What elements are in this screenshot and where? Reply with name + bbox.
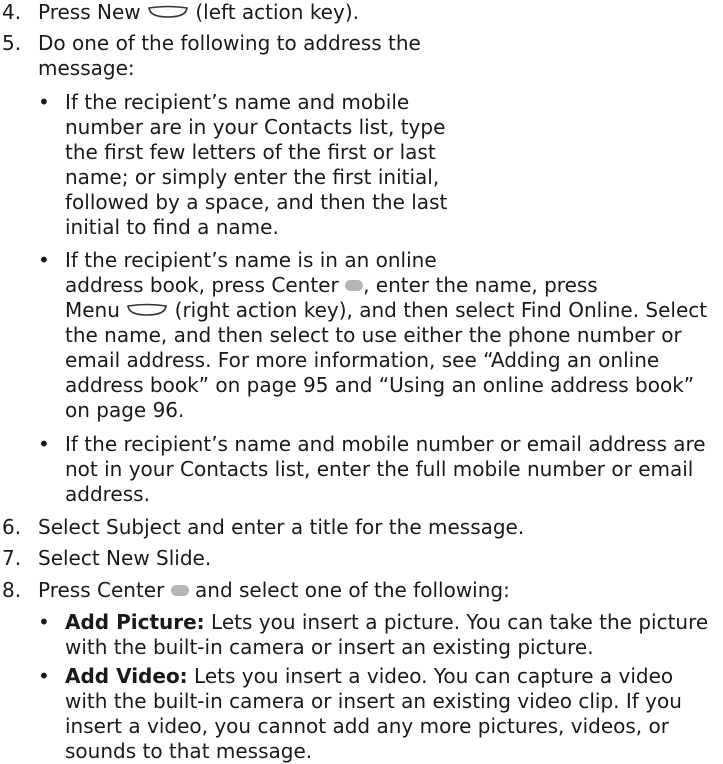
step-text: Select New Slide. bbox=[38, 546, 212, 570]
center-key-icon bbox=[345, 280, 364, 291]
step-number: 7. bbox=[2, 546, 22, 570]
center-key-icon bbox=[170, 585, 189, 596]
step-text: Press New (left action key). bbox=[38, 0, 359, 24]
step-4: 4. Press New (left action key). bbox=[0, 0, 723, 25]
step-text: Do one of the following to address the m… bbox=[38, 31, 421, 80]
step-number: 4. bbox=[2, 0, 22, 24]
bullet-icon: • bbox=[38, 90, 50, 114]
bullet-icon: • bbox=[38, 610, 50, 634]
manual-page: 4. Press New (left action key). 5. Do on… bbox=[0, 0, 723, 763]
option-term: Add Video: bbox=[65, 664, 188, 688]
step-6: 6. Select Subject and enter a title for … bbox=[0, 515, 723, 540]
step-7: 7. Select New Slide. bbox=[0, 546, 723, 571]
option-term: Add Picture: bbox=[65, 610, 205, 634]
bullet-icon: • bbox=[38, 432, 50, 456]
bullet-icon: • bbox=[38, 664, 50, 688]
left-action-key-icon bbox=[147, 5, 189, 19]
right-action-key-icon bbox=[126, 303, 168, 317]
step-number: 8. bbox=[2, 578, 22, 602]
step-text: Select Subject and enter a title for the… bbox=[38, 515, 525, 539]
step-number: 6. bbox=[2, 515, 22, 539]
step-number: 5. bbox=[2, 31, 22, 55]
step-text: Press Center and select one of the follo… bbox=[38, 578, 510, 602]
bullet-icon: • bbox=[38, 248, 50, 272]
step-5: 5. Do one of the following to address th… bbox=[0, 31, 723, 81]
step-8: 8. Press Center and select one of the fo… bbox=[0, 578, 723, 603]
